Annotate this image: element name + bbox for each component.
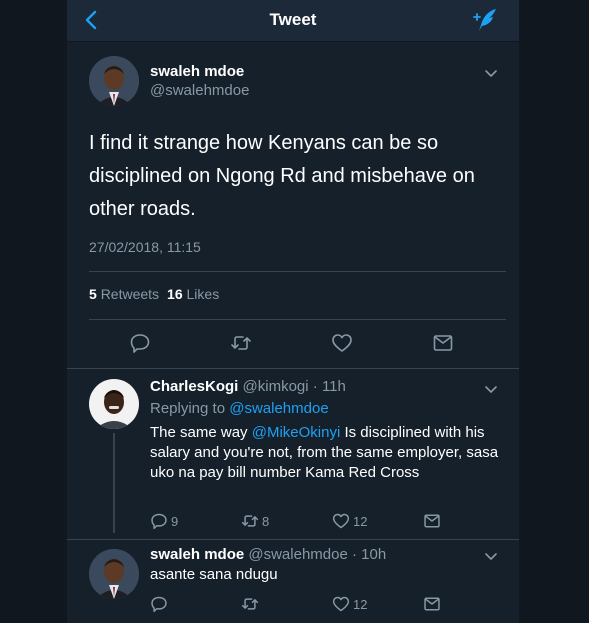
like-button[interactable]: [331, 332, 353, 354]
mention-link[interactable]: @swalehmdoe: [229, 400, 328, 417]
reply-tweet[interactable]: CharlesKogi @kimkogi · 11h Replying to @…: [67, 369, 519, 539]
divider: [89, 319, 506, 320]
reply-tweet[interactable]: swaleh mdoe @swalehmdoe · 10h asante san…: [67, 540, 519, 623]
reply-icon: [151, 513, 167, 530]
avatar[interactable]: [89, 379, 139, 429]
reply-text: The same way @MikeOkinyi Is disciplined …: [150, 424, 499, 481]
retweet-icon: [231, 336, 251, 350]
retweet-button[interactable]: [241, 595, 259, 613]
reply-button[interactable]: [129, 332, 151, 354]
like-button[interactable]: 12: [332, 512, 367, 530]
author-handle[interactable]: @swalehmdoe: [248, 546, 347, 563]
divider: [89, 271, 506, 272]
like-count: 12: [353, 513, 368, 529]
reply-header: swaleh mdoe @swalehmdoe · 10h: [150, 546, 386, 563]
tweet-stats: 5 Retweets 16 Likes: [89, 286, 219, 302]
compose-tweet-button[interactable]: [471, 6, 499, 34]
retweet-button[interactable]: [230, 332, 252, 354]
reply-header: CharlesKogi @kimkogi · 11h: [150, 378, 346, 395]
author-name[interactable]: swaleh mdoe: [150, 546, 244, 563]
envelope-icon: [424, 597, 440, 611]
avatar[interactable]: [89, 56, 139, 106]
tweet-detail-screen: Tweet swaleh mdoe @swalehmdoe I find it …: [67, 0, 519, 623]
main-tweet: swaleh mdoe @swalehmdoe I find it strang…: [67, 42, 519, 368]
reply-time: · 10h: [352, 546, 387, 563]
reply-button[interactable]: [150, 595, 168, 613]
share-button[interactable]: [423, 512, 441, 530]
share-button[interactable]: [432, 332, 454, 354]
mention-link[interactable]: @MikeOkinyi: [252, 424, 341, 441]
heart-icon: [332, 596, 350, 612]
author-name[interactable]: swaleh mdoe: [150, 63, 244, 80]
author-name[interactable]: CharlesKogi: [150, 378, 238, 395]
retweets-stat[interactable]: 5 Retweets: [89, 286, 159, 302]
reply-icon: [151, 596, 167, 613]
retweet-count: 8: [262, 513, 270, 529]
retweet-button[interactable]: 8: [241, 512, 269, 530]
author-handle[interactable]: @kimkogi: [243, 378, 309, 395]
envelope-icon: [424, 514, 440, 528]
page-title: Tweet: [269, 10, 317, 29]
reply-text: asante sana ndugu: [150, 566, 278, 583]
reply-button[interactable]: 9: [150, 512, 178, 530]
thread-line: [113, 433, 115, 533]
envelope-icon: [433, 335, 453, 351]
navigation-bar: Tweet: [67, 0, 519, 42]
avatar[interactable]: [89, 549, 139, 599]
share-button[interactable]: [423, 595, 441, 613]
replying-to: Replying to @swalehmdoe: [150, 400, 329, 417]
chevron-down-icon[interactable]: [483, 381, 499, 397]
reply-time: · 11h: [312, 378, 346, 395]
chevron-down-icon[interactable]: [483, 65, 499, 81]
heart-icon: [332, 513, 350, 529]
reply-icon: [130, 334, 150, 353]
compose-feather-icon: [473, 9, 496, 31]
likes-stat[interactable]: 16 Likes: [167, 286, 219, 302]
like-button[interactable]: 12: [332, 595, 367, 613]
tweet-text: I find it strange how Kenyans can be so …: [89, 132, 475, 220]
chevron-down-icon[interactable]: [483, 548, 499, 564]
heart-icon: [332, 334, 352, 352]
retweet-icon: [241, 515, 259, 527]
like-count: 12: [353, 596, 368, 612]
tweet-timestamp: 27/02/2018, 11:15: [89, 239, 201, 255]
reply-count: 9: [171, 513, 179, 529]
author-handle[interactable]: @swalehmdoe: [150, 82, 249, 99]
retweet-icon: [241, 598, 259, 610]
